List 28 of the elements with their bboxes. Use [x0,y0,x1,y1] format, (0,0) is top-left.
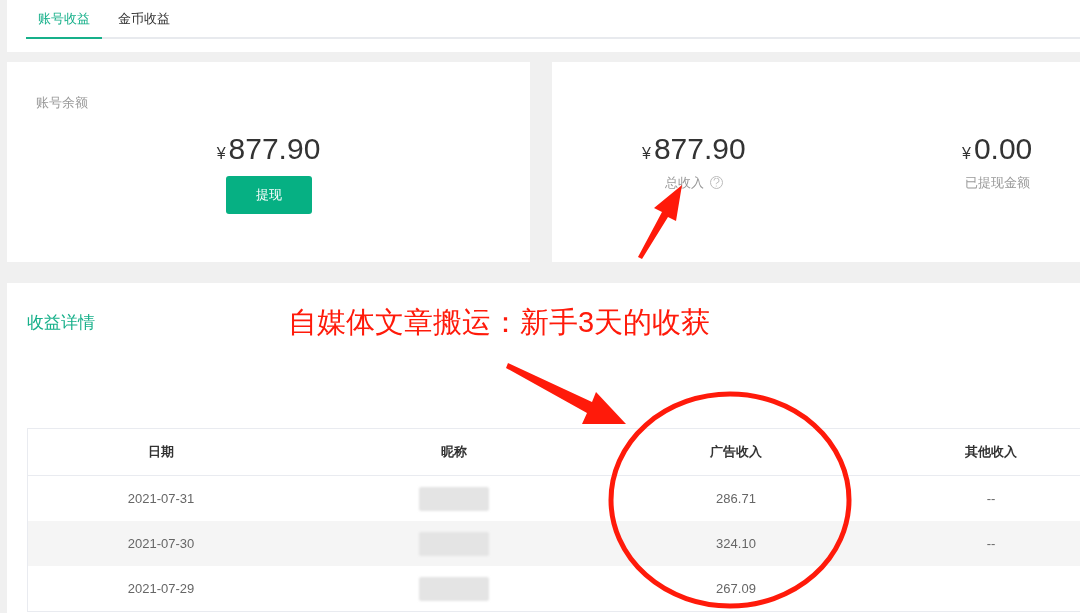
table-cell-text: 286.71 [716,489,756,508]
blurred-nickname [419,486,489,511]
table-cell-text: 2021-07-30 [127,534,195,553]
amount: 877.90 [653,131,746,167]
amount: 0.00 [973,131,1033,167]
currency-sign: ¥ [962,144,971,164]
blurred-nickname [419,576,489,601]
table-cell-text: 324.10 [716,534,756,553]
annotation-headline: 自媒体文章搬运：新手3天的收获 [288,306,711,338]
column-header: 日期 [148,443,174,462]
column-header: 昵称 [441,443,467,462]
balance-label: 账号余额 [36,94,88,112]
currency-sign: ¥ [642,144,651,164]
section-title: 收益详情 [27,313,95,333]
currency-sign: ¥ [216,144,226,164]
tab[interactable]: 账号收益 [26,0,102,39]
table-cell-text: -- [986,534,996,553]
balance-amount: 877.90 [228,131,321,167]
tab[interactable]: 金币收益 [102,0,186,39]
table-cell-text: -- [986,489,996,508]
column-header: 其他收入 [965,443,1017,462]
table-cell-text: 2021-07-31 [127,489,195,508]
table-cell-text: 2021-07-29 [127,579,195,598]
summary-label: 已提现金额 [964,174,1030,192]
column-header: 广告收入 [710,443,762,462]
summary-label: 总收入 [664,174,704,192]
withdraw-button[interactable]: 提现 [226,176,312,214]
table-cell-text: 267.09 [716,579,756,598]
